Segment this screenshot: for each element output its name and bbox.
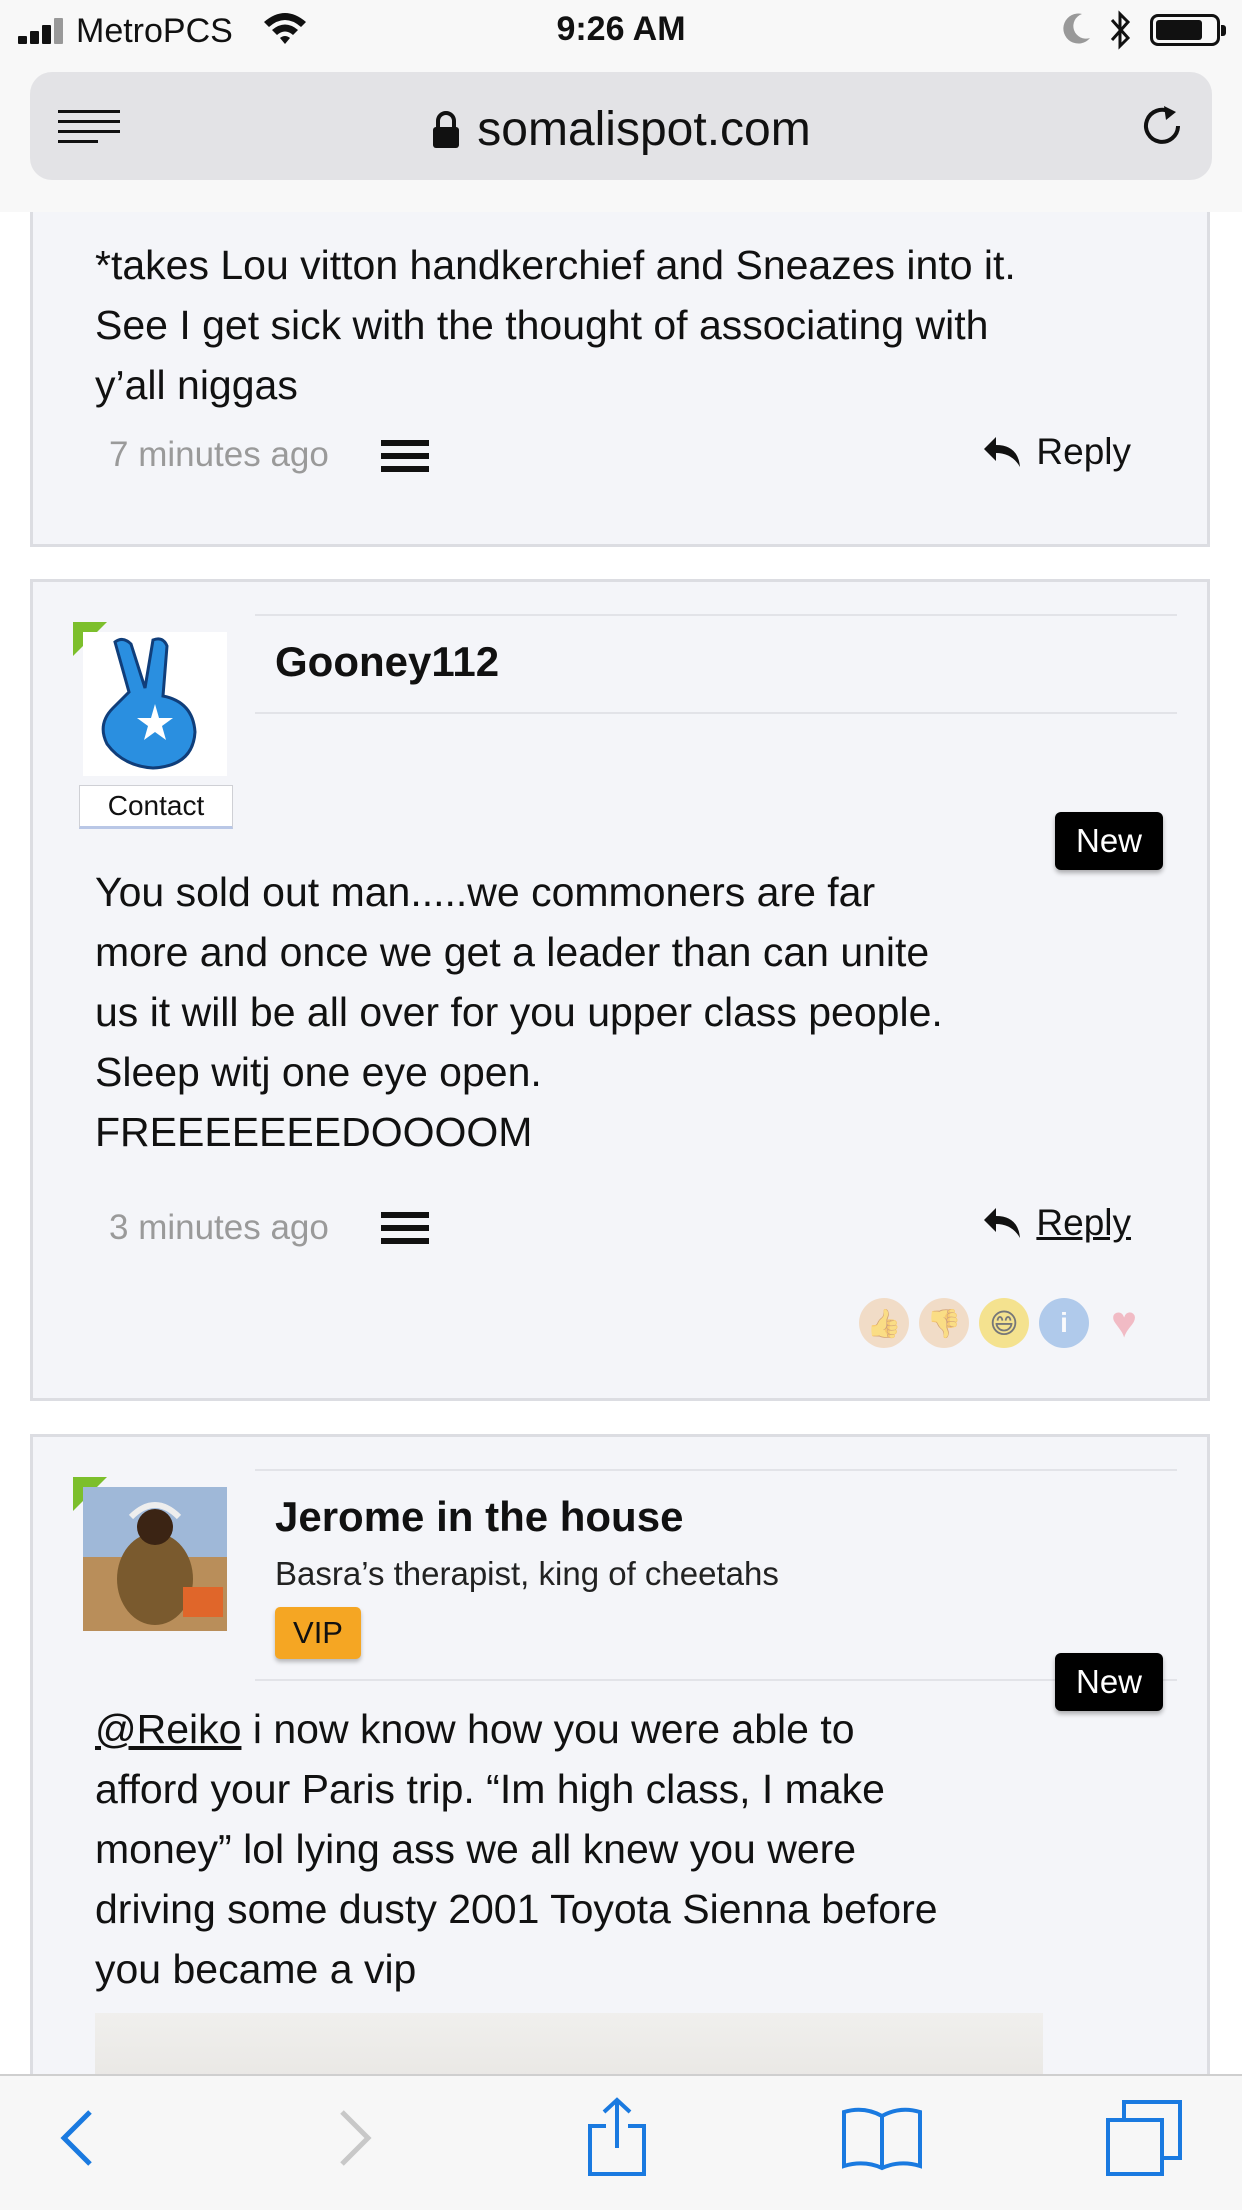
post: *takes Lou vitton handkerchief and Sneaz…: [30, 212, 1210, 547]
message-line: us it will be all over for you upper cla…: [95, 989, 943, 1035]
new-badge: New: [1055, 812, 1163, 870]
message-line: @Reiko i now know how you were able to: [95, 1699, 938, 1759]
post-time[interactable]: 3 minutes ago: [109, 1208, 329, 1248]
bluetooth-icon: [1110, 10, 1131, 50]
user-title: Basra’s therapist, king of cheetahs: [275, 1555, 779, 1592]
status-bar: MetroPCS 9:26 AM: [0, 0, 1242, 62]
bookmarks-icon[interactable]: [840, 2106, 924, 2172]
message-line: more and once we get a leader than can u…: [95, 929, 930, 975]
moon-icon: [1063, 13, 1090, 44]
post: Contact Gooney112 New You sold out man..…: [30, 579, 1210, 1401]
tabs-icon[interactable]: [1104, 2098, 1184, 2178]
back-icon[interactable]: [58, 2108, 98, 2168]
message-text: i now know how you were able to: [241, 1706, 855, 1752]
reply-label: Reply: [1036, 431, 1131, 472]
avatar[interactable]: [83, 1487, 227, 1631]
username[interactable]: Jerome in the house: [275, 1493, 683, 1541]
reply-label: Reply: [1036, 1202, 1131, 1243]
message-line: afford your Paris trip. “Im high class, …: [95, 1766, 885, 1812]
clock: 9:26 AM: [556, 10, 686, 48]
reply-icon: [984, 437, 1021, 467]
avatar[interactable]: [83, 632, 227, 776]
browser-toolbar: somalispot.com: [0, 62, 1242, 214]
message-line: driving some dusty 2001 Toyota Sienna be…: [95, 1886, 938, 1932]
message-line: *takes Lou vitton handkerchief and Sneaz…: [95, 242, 1016, 288]
new-badge: New: [1055, 1653, 1163, 1711]
thread-content[interactable]: *takes Lou vitton handkerchief and Sneaz…: [0, 212, 1242, 2074]
laugh-icon[interactable]: 😄: [979, 1298, 1029, 1348]
divider: [255, 1679, 1177, 1681]
username[interactable]: Gooney112: [275, 638, 499, 686]
share-icon[interactable]: [586, 2096, 648, 2178]
reply-icon: [984, 1208, 1021, 1238]
divider: [255, 1469, 1177, 1471]
reply-button[interactable]: Reply: [982, 1202, 1131, 1244]
post-message: @Reiko i now know how you were able to a…: [95, 1699, 938, 1999]
url-text: somalispot.com: [477, 103, 811, 156]
lock-icon: [433, 111, 460, 148]
message-line: You sold out man.....we commoners are fa…: [95, 869, 876, 915]
message-line: Sleep witj one eye open.: [95, 1049, 542, 1095]
mention-link[interactable]: @Reiko: [95, 1706, 241, 1752]
post: Jerome in the house Basra’s therapist, k…: [30, 1434, 1210, 2074]
heart-icon[interactable]: ♥: [1099, 1298, 1149, 1348]
thumbs-up-icon[interactable]: 👍: [859, 1298, 909, 1348]
divider: [255, 614, 1177, 616]
browser-bottom-toolbar: [0, 2074, 1242, 2210]
contact-button[interactable]: Contact: [79, 785, 233, 829]
address-bar[interactable]: somalispot.com: [30, 72, 1212, 180]
post-message: You sold out man.....we commoners are fa…: [95, 862, 943, 1162]
message-line: See I get sick with the thought of assoc…: [95, 302, 989, 348]
message-line: FREEEEEEEDOOOOM: [95, 1109, 533, 1155]
message-line: money” lol lying ass we all knew you wer…: [95, 1826, 857, 1872]
post-time[interactable]: 7 minutes ago: [109, 435, 329, 475]
reload-icon[interactable]: [1138, 102, 1186, 150]
post-message: *takes Lou vitton handkerchief and Sneaz…: [95, 235, 1016, 415]
forward-icon[interactable]: [334, 2108, 374, 2168]
url-display[interactable]: somalispot.com: [30, 102, 1212, 157]
thumbs-down-icon[interactable]: 👎: [919, 1298, 969, 1348]
vip-badge: VIP: [275, 1607, 361, 1659]
divider: [255, 712, 1177, 714]
message-line: y’all niggas: [95, 362, 298, 408]
reaction-bar: 👍 👎 😄 i ♥: [859, 1298, 1149, 1348]
battery-icon: [1150, 14, 1226, 46]
post-menu-icon[interactable]: [381, 440, 429, 479]
reply-button[interactable]: Reply: [982, 431, 1131, 473]
post-menu-icon[interactable]: [381, 1212, 429, 1251]
message-line: you became a vip: [95, 1946, 417, 1992]
attached-image[interactable]: [95, 2013, 1043, 2074]
info-icon[interactable]: i: [1039, 1298, 1089, 1348]
